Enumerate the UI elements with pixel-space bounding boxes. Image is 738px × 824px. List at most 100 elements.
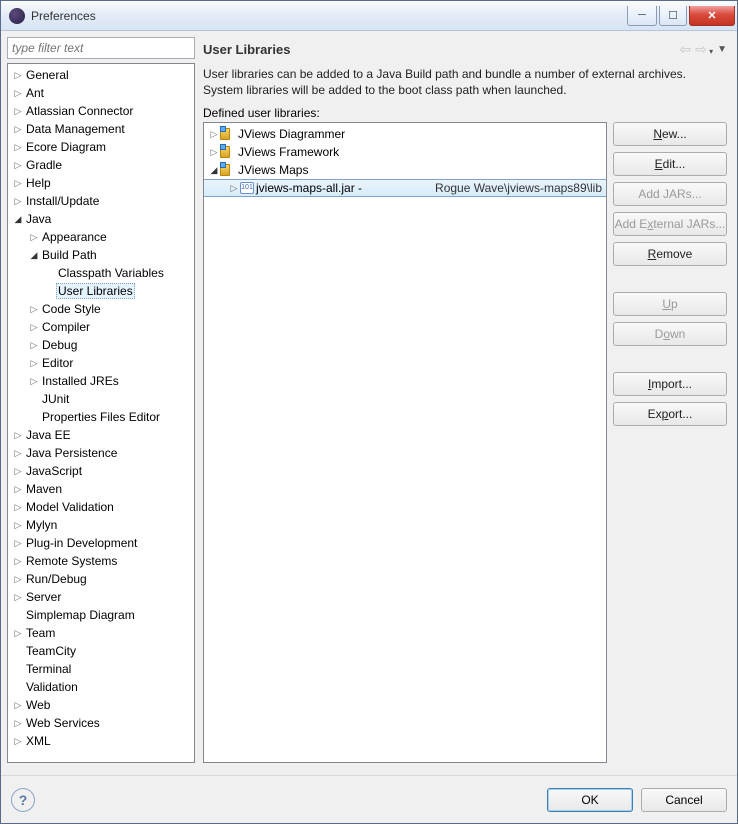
tree-item-ant[interactable]: ▷Ant	[8, 84, 194, 102]
new-button[interactable]: New...	[613, 122, 727, 146]
expand-icon[interactable]: ▷	[12, 448, 24, 459]
filter-box	[7, 37, 195, 59]
expand-icon[interactable]: ▷	[208, 129, 220, 140]
tree-item-remote-systems[interactable]: ▷Remote Systems	[8, 552, 194, 570]
tree-item-gradle[interactable]: ▷Gradle	[8, 156, 194, 174]
import-button[interactable]: Import...	[613, 372, 727, 396]
tree-item-install-update[interactable]: ▷Install/Update	[8, 192, 194, 210]
edit-button[interactable]: Edit...	[613, 152, 727, 176]
collapse-icon[interactable]: ◢	[208, 165, 220, 176]
library-item[interactable]: ◢JViews Maps	[204, 161, 606, 179]
tree-item-maven[interactable]: ▷Maven	[8, 480, 194, 498]
library-item[interactable]: ▷JViews Framework	[204, 143, 606, 161]
tree-item-java-ee[interactable]: ▷Java EE	[8, 426, 194, 444]
add-jars-button[interactable]: Add JARs...	[613, 182, 727, 206]
tree-item-data-management[interactable]: ▷Data Management	[8, 120, 194, 138]
tree-item-compiler[interactable]: ▷Compiler	[8, 318, 194, 336]
library-item[interactable]: ▷101jviews-maps-all.jar - Rogue Wave\jvi…	[204, 179, 606, 197]
tree-item-plug-in-development[interactable]: ▷Plug-in Development	[8, 534, 194, 552]
expand-icon[interactable]: ▷	[12, 736, 24, 747]
tree-item-build-path[interactable]: ◢Build Path	[8, 246, 194, 264]
expand-icon[interactable]: ▷	[208, 147, 220, 158]
expand-icon[interactable]: ▷	[12, 160, 24, 171]
tree-item-label: Web Services	[24, 716, 102, 730]
tree-item-properties-files-editor[interactable]: Properties Files Editor	[8, 408, 194, 426]
filter-input[interactable]	[7, 37, 195, 59]
expand-icon[interactable]: ▷	[28, 340, 40, 351]
titlebar[interactable]: Preferences ─ ☐ ✕	[1, 1, 737, 31]
cancel-button[interactable]: Cancel	[641, 788, 727, 812]
libraries-tree[interactable]: ▷JViews Diagrammer▷JViews Framework◢JVie…	[203, 122, 607, 763]
tree-item-help[interactable]: ▷Help	[8, 174, 194, 192]
tree-item-javascript[interactable]: ▷JavaScript	[8, 462, 194, 480]
expand-icon[interactable]: ▷	[12, 88, 24, 99]
expand-icon[interactable]: ▷	[12, 466, 24, 477]
expand-icon[interactable]: ▷	[12, 592, 24, 603]
expand-icon[interactable]: ▷	[12, 196, 24, 207]
tree-item-mylyn[interactable]: ▷Mylyn	[8, 516, 194, 534]
help-icon[interactable]: ?	[11, 788, 35, 812]
tree-item-server[interactable]: ▷Server	[8, 588, 194, 606]
tree-item-terminal[interactable]: Terminal	[8, 660, 194, 678]
expand-icon[interactable]: ▷	[12, 502, 24, 513]
tree-item-ecore-diagram[interactable]: ▷Ecore Diagram	[8, 138, 194, 156]
tree-item-run-debug[interactable]: ▷Run/Debug	[8, 570, 194, 588]
collapse-icon[interactable]: ◢	[28, 250, 40, 261]
minimize-button[interactable]: ─	[627, 6, 657, 26]
tree-item-code-style[interactable]: ▷Code Style	[8, 300, 194, 318]
expand-icon[interactable]: ▷	[28, 358, 40, 369]
expand-icon[interactable]: ▷	[228, 183, 240, 194]
expand-icon[interactable]: ▷	[28, 322, 40, 333]
ok-button[interactable]: OK	[547, 788, 633, 812]
down-button[interactable]: Down	[613, 322, 727, 346]
up-button[interactable]: Up	[613, 292, 727, 316]
expand-icon[interactable]: ▷	[12, 574, 24, 585]
expand-icon[interactable]: ▷	[12, 70, 24, 81]
preferences-tree[interactable]: ▷General▷Ant▷Atlassian Connector▷Data Ma…	[7, 63, 195, 763]
tree-item-editor[interactable]: ▷Editor	[8, 354, 194, 372]
remove-button[interactable]: Remove	[613, 242, 727, 266]
export-button[interactable]: Export...	[613, 402, 727, 426]
tree-item-model-validation[interactable]: ▷Model Validation	[8, 498, 194, 516]
back-arrow-icon[interactable]: ⇦	[679, 41, 691, 58]
expand-icon[interactable]: ▷	[12, 430, 24, 441]
tree-item-appearance[interactable]: ▷Appearance	[8, 228, 194, 246]
tree-item-xml[interactable]: ▷XML	[8, 732, 194, 750]
expand-icon[interactable]: ▷	[12, 628, 24, 639]
tree-item-java-persistence[interactable]: ▷Java Persistence	[8, 444, 194, 462]
tree-item-junit[interactable]: JUnit	[8, 390, 194, 408]
tree-item-web[interactable]: ▷Web	[8, 696, 194, 714]
expand-icon[interactable]: ▷	[28, 376, 40, 387]
tree-item-user-libraries[interactable]: User Libraries	[8, 282, 194, 300]
tree-item-classpath-variables[interactable]: Classpath Variables	[8, 264, 194, 282]
maximize-button[interactable]: ☐	[659, 6, 687, 26]
tree-item-installed-jres[interactable]: ▷Installed JREs	[8, 372, 194, 390]
library-item[interactable]: ▷JViews Diagrammer	[204, 125, 606, 143]
tree-item-teamcity[interactable]: TeamCity	[8, 642, 194, 660]
expand-icon[interactable]: ▷	[12, 538, 24, 549]
expand-icon[interactable]: ▷	[12, 700, 24, 711]
view-menu-icon[interactable]: ▼	[717, 44, 727, 55]
expand-icon[interactable]: ▷	[12, 124, 24, 135]
tree-item-atlassian-connector[interactable]: ▷Atlassian Connector	[8, 102, 194, 120]
expand-icon[interactable]: ▷	[12, 718, 24, 729]
collapse-icon[interactable]: ◢	[12, 214, 24, 225]
expand-icon[interactable]: ▷	[12, 106, 24, 117]
tree-item-web-services[interactable]: ▷Web Services	[8, 714, 194, 732]
forward-arrow-icon[interactable]: ⇨	[695, 41, 713, 58]
add-external-jars-button[interactable]: Add External JARs...	[613, 212, 727, 236]
tree-item-debug[interactable]: ▷Debug	[8, 336, 194, 354]
close-button[interactable]: ✕	[689, 6, 735, 26]
tree-item-simplemap-diagram[interactable]: Simplemap Diagram	[8, 606, 194, 624]
tree-item-java[interactable]: ◢Java	[8, 210, 194, 228]
expand-icon[interactable]: ▷	[12, 484, 24, 495]
expand-icon[interactable]: ▷	[12, 178, 24, 189]
expand-icon[interactable]: ▷	[12, 142, 24, 153]
expand-icon[interactable]: ▷	[28, 304, 40, 315]
tree-item-team[interactable]: ▷Team	[8, 624, 194, 642]
expand-icon[interactable]: ▷	[28, 232, 40, 243]
tree-item-validation[interactable]: Validation	[8, 678, 194, 696]
expand-icon[interactable]: ▷	[12, 556, 24, 567]
expand-icon[interactable]: ▷	[12, 520, 24, 531]
tree-item-general[interactable]: ▷General	[8, 66, 194, 84]
